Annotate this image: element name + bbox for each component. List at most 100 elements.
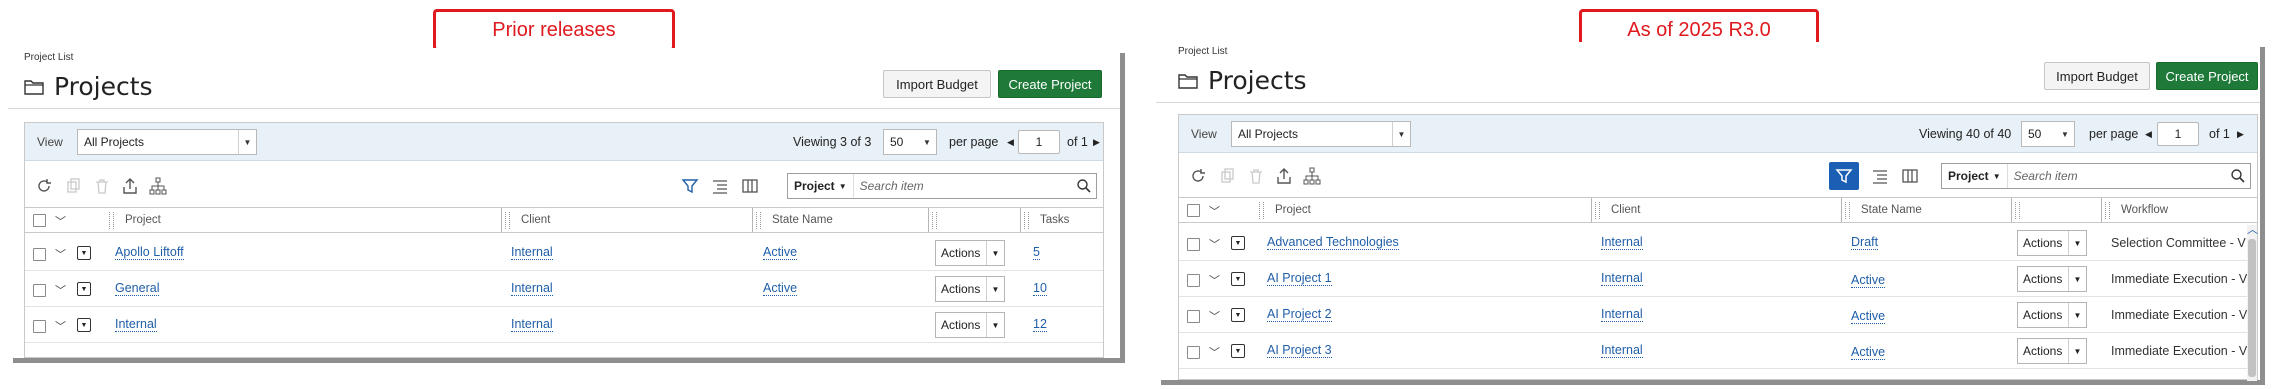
previous-page-icon[interactable]: ◀ bbox=[2145, 129, 2152, 140]
row-menu-icon[interactable]: ▼ bbox=[1231, 236, 1245, 250]
client-link[interactable]: Internal bbox=[1601, 343, 1643, 358]
column-header-actions[interactable] bbox=[932, 208, 1016, 232]
expand-row-icon[interactable]: ﹀ bbox=[1209, 308, 1220, 324]
view-select[interactable]: All Projects ▼ bbox=[1231, 121, 1411, 147]
search-icon[interactable] bbox=[1072, 174, 1096, 198]
hierarchy-icon[interactable] bbox=[149, 177, 167, 195]
export-icon[interactable] bbox=[121, 177, 139, 195]
columns-icon[interactable] bbox=[741, 177, 759, 195]
refresh-icon[interactable] bbox=[35, 177, 53, 195]
vertical-scrollbar[interactable]: ︿ bbox=[2247, 224, 2258, 381]
delete-icon[interactable] bbox=[93, 177, 111, 195]
actions-dropdown[interactable]: Actions ▼ bbox=[2017, 302, 2087, 328]
filter-icon[interactable] bbox=[1829, 162, 1859, 190]
delete-icon[interactable] bbox=[1247, 167, 1265, 185]
column-header-actions[interactable] bbox=[2015, 198, 2099, 222]
create-project-button[interactable]: Create Project bbox=[998, 70, 1102, 98]
expand-row-icon[interactable]: ﹀ bbox=[55, 282, 66, 298]
row-menu-icon[interactable]: ▼ bbox=[77, 246, 91, 260]
per-page-select[interactable]: 50 ▼ bbox=[883, 129, 937, 155]
column-header-state[interactable]: State Name bbox=[1845, 198, 2009, 222]
import-budget-button[interactable]: Import Budget bbox=[883, 70, 991, 98]
copy-icon[interactable] bbox=[65, 177, 83, 195]
search-input[interactable]: Search item bbox=[2008, 169, 2226, 183]
state-link[interactable]: Active bbox=[763, 245, 798, 260]
column-header-state[interactable]: State Name bbox=[756, 208, 924, 232]
state-link[interactable]: Active bbox=[1851, 309, 1886, 324]
scroll-up-icon[interactable]: ︿ bbox=[2247, 221, 2258, 237]
row-checkbox[interactable] bbox=[33, 284, 46, 297]
table-row[interactable]: ﹀ ▼ AI Project 2 Internal Active Actions… bbox=[1179, 297, 2257, 333]
state-link[interactable]: Draft bbox=[1851, 235, 1879, 250]
page-number-input[interactable]: 1 bbox=[1018, 130, 1060, 154]
next-page-icon[interactable]: ▶ bbox=[1093, 137, 1100, 148]
search-scope-select[interactable]: Project ▼ bbox=[788, 174, 854, 198]
tasks-link[interactable]: 10 bbox=[1033, 281, 1047, 296]
expand-row-icon[interactable]: ﹀ bbox=[1209, 272, 1220, 288]
table-row[interactable]: ﹀ ▼ Advanced Technologies Internal Draft… bbox=[1179, 225, 2257, 261]
expand-row-icon[interactable]: ﹀ bbox=[1209, 236, 1220, 252]
column-header-client[interactable]: Client bbox=[505, 208, 749, 232]
tasks-link[interactable]: 12 bbox=[1033, 317, 1047, 332]
actions-dropdown[interactable]: Actions ▼ bbox=[935, 276, 1005, 302]
import-budget-button[interactable]: Import Budget bbox=[2044, 62, 2150, 90]
table-row[interactable]: ﹀ ▼ AI Project 1 Internal Active Actions… bbox=[1179, 261, 2257, 297]
column-header-tasks[interactable]: Tasks bbox=[1024, 208, 1104, 232]
expand-all-icon[interactable]: ﹀ bbox=[55, 213, 66, 229]
tasks-link[interactable]: 5 bbox=[1033, 245, 1040, 260]
search-input[interactable]: Search item bbox=[854, 179, 1072, 193]
actions-dropdown[interactable]: Actions ▼ bbox=[935, 312, 1005, 338]
table-row[interactable]: ﹀ ▼ Internal Internal Actions ▼ 12 bbox=[25, 307, 1103, 343]
copy-icon[interactable] bbox=[1219, 167, 1237, 185]
expand-row-icon[interactable]: ﹀ bbox=[1209, 344, 1220, 360]
per-page-select[interactable]: 50 ▼ bbox=[2021, 121, 2075, 147]
row-menu-icon[interactable]: ▼ bbox=[77, 282, 91, 296]
hierarchy-icon[interactable] bbox=[1303, 167, 1321, 185]
row-checkbox[interactable] bbox=[1187, 346, 1200, 359]
client-link[interactable]: Internal bbox=[511, 245, 553, 260]
select-all-checkbox[interactable] bbox=[33, 214, 46, 227]
table-row[interactable]: ﹀ ▼ General Internal Active Actions ▼ 10 bbox=[25, 271, 1103, 307]
project-link[interactable]: Advanced Technologies bbox=[1267, 235, 1399, 250]
previous-page-icon[interactable]: ◀ bbox=[1007, 137, 1014, 148]
search-box[interactable]: Project ▼ Search item bbox=[787, 173, 1097, 199]
row-checkbox[interactable] bbox=[33, 248, 46, 261]
page-number-input[interactable]: 1 bbox=[2157, 122, 2199, 146]
expand-row-icon[interactable]: ﹀ bbox=[55, 246, 66, 262]
table-row[interactable]: ﹀ ▼ AI Project 3 Internal Active Actions… bbox=[1179, 333, 2257, 369]
create-project-button[interactable]: Create Project bbox=[2156, 62, 2258, 90]
next-page-icon[interactable]: ▶ bbox=[2237, 129, 2244, 140]
actions-dropdown[interactable]: Actions ▼ bbox=[2017, 230, 2087, 256]
column-header-project[interactable]: Project bbox=[109, 208, 497, 232]
row-menu-icon[interactable]: ▼ bbox=[1231, 344, 1245, 358]
row-menu-icon[interactable]: ▼ bbox=[1231, 308, 1245, 322]
column-header-workflow[interactable]: Workflow bbox=[2105, 198, 2245, 222]
actions-dropdown[interactable]: Actions ▼ bbox=[2017, 338, 2087, 364]
search-icon[interactable] bbox=[2226, 164, 2250, 188]
select-all-checkbox[interactable] bbox=[1187, 204, 1200, 217]
row-density-icon[interactable] bbox=[1871, 167, 1889, 185]
project-link[interactable]: Internal bbox=[115, 317, 157, 332]
project-link[interactable]: AI Project 3 bbox=[1267, 343, 1332, 358]
row-menu-icon[interactable]: ▼ bbox=[77, 318, 91, 332]
actions-dropdown[interactable]: Actions ▼ bbox=[935, 240, 1005, 266]
row-checkbox[interactable] bbox=[1187, 274, 1200, 287]
search-box[interactable]: Project ▼ Search item bbox=[1941, 163, 2251, 189]
client-link[interactable]: Internal bbox=[511, 317, 553, 332]
state-link[interactable]: Active bbox=[1851, 273, 1886, 288]
expand-row-icon[interactable]: ﹀ bbox=[55, 318, 66, 334]
row-checkbox[interactable] bbox=[1187, 238, 1200, 251]
project-link[interactable]: Apollo Liftoff bbox=[115, 245, 184, 260]
export-icon[interactable] bbox=[1275, 167, 1293, 185]
project-link[interactable]: AI Project 1 bbox=[1267, 271, 1332, 286]
row-checkbox[interactable] bbox=[33, 320, 46, 333]
state-link[interactable]: Active bbox=[763, 281, 798, 296]
breadcrumb[interactable]: Project List bbox=[1178, 46, 1227, 57]
client-link[interactable]: Internal bbox=[1601, 307, 1643, 322]
filter-icon[interactable] bbox=[681, 177, 699, 195]
actions-dropdown[interactable]: Actions ▼ bbox=[2017, 266, 2087, 292]
project-link[interactable]: General bbox=[115, 281, 160, 296]
state-link[interactable]: Active bbox=[1851, 345, 1886, 360]
search-scope-select[interactable]: Project ▼ bbox=[1942, 164, 2008, 188]
refresh-icon[interactable] bbox=[1189, 167, 1207, 185]
